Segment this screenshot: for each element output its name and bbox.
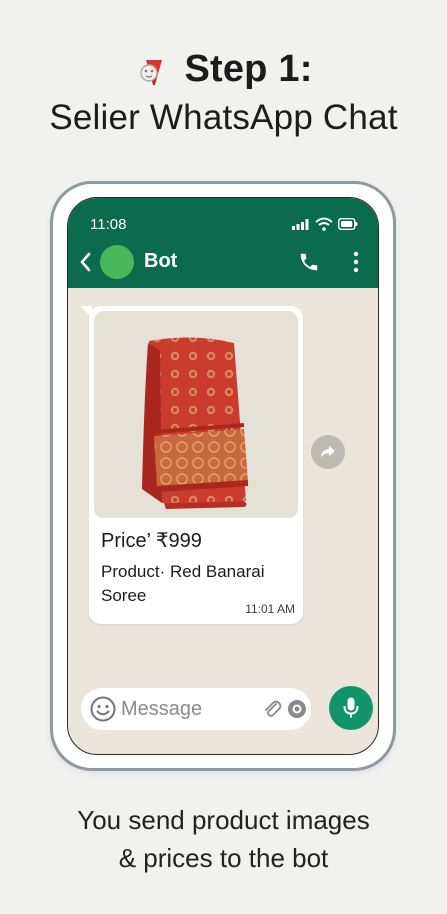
avatar[interactable] — [100, 245, 134, 279]
status-time: 11:08 — [90, 216, 127, 233]
chevron-left-icon[interactable] — [76, 251, 96, 273]
microphone-button[interactable] — [329, 686, 373, 730]
price-text: Price’ ₹999 — [101, 530, 202, 552]
signal-icon — [292, 218, 309, 230]
product-message-bubble[interactable]: Price’ ₹999 Product· Red Banarai Soree 1… — [80, 306, 303, 624]
phone-icon[interactable] — [298, 251, 320, 273]
wifi-icon — [315, 217, 333, 231]
microphone-icon — [343, 697, 359, 718]
contact-name[interactable]: Bot — [144, 250, 177, 273]
chat-screen: 11:08 Bot Price’ ₹999 Product· Red Banar… — [67, 197, 379, 755]
bubble-tail — [80, 306, 92, 318]
camera-icon[interactable] — [286, 698, 308, 720]
phone-frame: 11:08 Bot Price’ ₹999 Product· Red Banar… — [50, 181, 396, 771]
forward-button[interactable] — [311, 435, 345, 469]
saree-image-icon — [94, 311, 298, 518]
caption-line-1: You send product images — [77, 805, 370, 835]
message-input[interactable] — [121, 695, 251, 723]
product-text: Product· Red Banarai Soree — [101, 562, 265, 605]
pushpin-icon — [140, 60, 163, 85]
chat-header: Bot — [68, 242, 378, 282]
chat-topbar: 11:08 Bot — [68, 198, 378, 288]
battery-icon — [338, 218, 358, 230]
paperclip-icon[interactable] — [261, 698, 283, 720]
caption: You send product images & prices to the … — [0, 801, 447, 877]
headline-row: Step 1: — [0, 46, 447, 92]
more-vertical-icon[interactable] — [352, 250, 360, 274]
caption-line-2: & prices to the bot — [118, 843, 329, 873]
page-subtitle: Selier WhatsApp Chat — [49, 98, 398, 137]
message-timestamp: 11:01 AM — [245, 602, 295, 616]
message-composer[interactable] — [81, 688, 311, 730]
step-title: Step 1: — [184, 47, 313, 90]
emoji-icon[interactable] — [89, 695, 117, 723]
forward-icon — [321, 446, 335, 458]
product-image[interactable] — [94, 311, 298, 518]
status-icons — [292, 217, 358, 231]
